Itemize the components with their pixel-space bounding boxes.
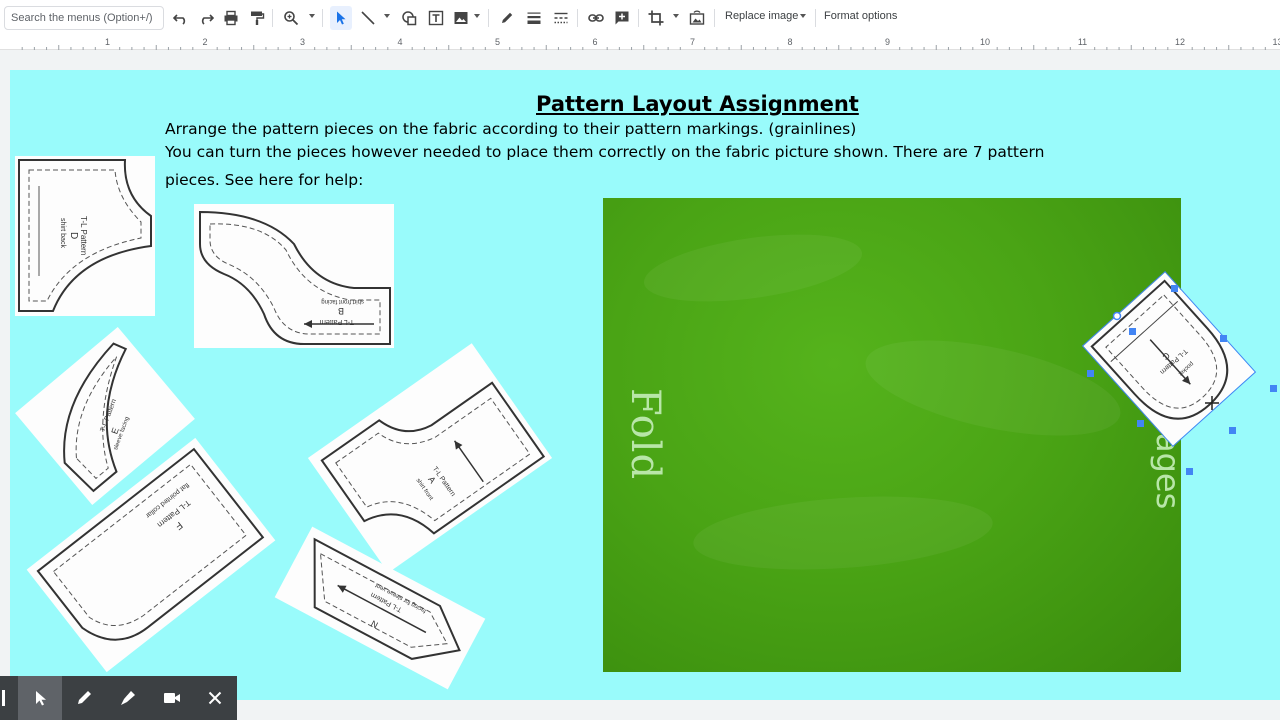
close-icon bbox=[208, 691, 222, 705]
pointer-tool-button[interactable] bbox=[18, 676, 62, 720]
cursor-arrow-icon bbox=[36, 691, 46, 706]
drag-handle[interactable] bbox=[2, 690, 5, 706]
resize-handle[interactable] bbox=[1171, 285, 1178, 292]
annotation-toolbar bbox=[0, 676, 237, 720]
video-camera-icon bbox=[164, 693, 180, 703]
resize-handle[interactable] bbox=[1220, 335, 1227, 342]
close-toolbar-button[interactable] bbox=[193, 676, 237, 720]
resize-handle[interactable] bbox=[1137, 420, 1144, 427]
resize-handle[interactable] bbox=[1186, 468, 1193, 475]
highlighter-tool-button[interactable] bbox=[106, 676, 150, 720]
record-video-button[interactable] bbox=[150, 676, 194, 720]
pen-tool-button[interactable] bbox=[62, 676, 106, 720]
resize-handle[interactable] bbox=[1270, 385, 1277, 392]
resize-handle[interactable] bbox=[1087, 370, 1094, 377]
resize-handle[interactable] bbox=[1129, 328, 1136, 335]
pen-icon bbox=[78, 691, 91, 704]
move-cursor-icon bbox=[1205, 396, 1219, 410]
selection-overlay bbox=[1087, 285, 1277, 475]
resize-handle[interactable] bbox=[1229, 427, 1236, 434]
rotate-handle[interactable] bbox=[1112, 311, 1122, 321]
highlighter-icon bbox=[121, 691, 135, 705]
